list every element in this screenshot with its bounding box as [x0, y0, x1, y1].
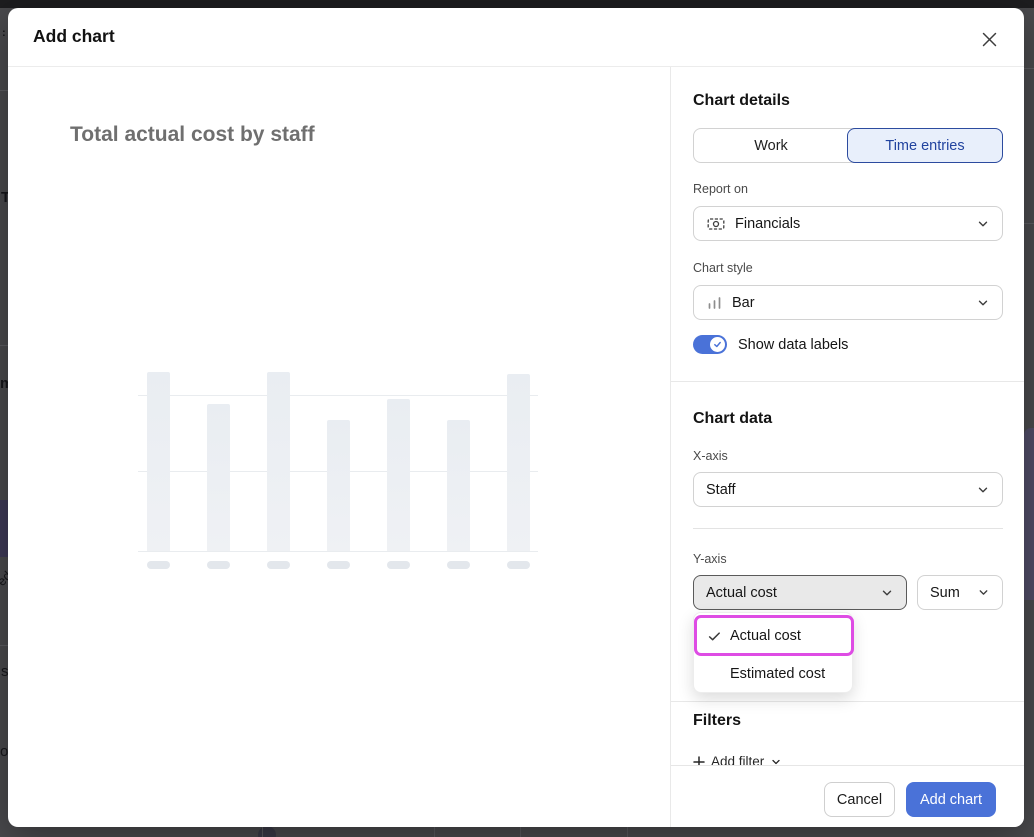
bg-hairline: [0, 90, 8, 91]
bg-accent-block: [0, 500, 8, 557]
bg-accent-block: [1024, 428, 1034, 600]
banknote-icon: [706, 214, 726, 234]
aggregation-value: Sum: [930, 585, 960, 601]
preview-bar: [387, 399, 410, 551]
chart-style-select[interactable]: Bar: [693, 285, 1003, 320]
add-chart-modal: Add chart Total actual cost by staff Cha…: [8, 8, 1024, 827]
segment-time-entries[interactable]: Time entries: [847, 128, 1003, 163]
y-axis-label: Y-axis: [693, 552, 727, 566]
preview-bar: [327, 420, 350, 551]
report-on-select[interactable]: Financials: [693, 206, 1003, 241]
bg-hairline: [520, 827, 521, 837]
inner-divider: [693, 528, 1003, 529]
chevron-down-icon: [976, 296, 990, 310]
preview-axis-pill: [207, 561, 230, 569]
aggregation-select[interactable]: Sum: [917, 575, 1003, 610]
chevron-down-icon: [977, 586, 990, 599]
y-axis-dropdown-menu: Actual cost Estimated cost: [693, 612, 853, 693]
preview-bar: [147, 372, 170, 551]
check-icon: [713, 340, 722, 349]
menu-item-estimated-cost[interactable]: Estimated cost: [694, 655, 854, 693]
modal-footer: Cancel Add chart: [671, 765, 1024, 827]
chart-preview-title: Total actual cost by staff: [70, 123, 315, 147]
gridline: [138, 551, 538, 552]
chart-details-heading: Chart details: [693, 92, 790, 110]
menu-item-label: Actual cost: [730, 628, 801, 644]
chart-style-label: Chart style: [693, 261, 753, 275]
pane-divider: [670, 67, 671, 827]
bg-hairline: [1024, 223, 1034, 224]
cancel-button[interactable]: Cancel: [824, 782, 895, 817]
report-on-value: Financials: [735, 216, 800, 232]
preview-bar: [507, 374, 530, 551]
add-chart-button[interactable]: Add chart: [906, 782, 996, 817]
show-data-labels-toggle[interactable]: [693, 335, 727, 354]
preview-axis-pill: [147, 561, 170, 569]
y-axis-value: Actual cost: [706, 585, 777, 601]
preview-bar: [207, 404, 230, 551]
section-divider: [671, 381, 1024, 382]
preview-bar: [447, 420, 470, 551]
segment-work[interactable]: Work: [694, 129, 848, 162]
y-axis-select[interactable]: Actual cost: [693, 575, 907, 610]
x-axis-select[interactable]: Staff: [693, 472, 1003, 507]
bg-hairline: [0, 645, 8, 646]
work-timeentries-segmented-control: Work Time entries: [693, 128, 1003, 163]
bg-hairline: [0, 345, 8, 346]
preview-axis-pill: [387, 561, 410, 569]
header-divider: [8, 66, 1024, 67]
preview-axis-pill: [447, 561, 470, 569]
close-icon: [980, 30, 999, 49]
bg-hairline: [627, 827, 628, 837]
preview-axis-pill: [327, 561, 350, 569]
chevron-down-icon: [880, 586, 894, 600]
bg-hairline: [434, 827, 435, 837]
show-data-labels-row: Show data labels: [693, 335, 848, 354]
chevron-down-icon: [976, 217, 990, 231]
preview-bar: [267, 372, 290, 551]
bg-fragment: :: [2, 28, 6, 39]
backdrop-top-strip: [0, 0, 1034, 8]
bar-chart-icon: [706, 294, 723, 311]
x-axis-value: Staff: [706, 482, 736, 498]
chevron-down-icon: [976, 483, 990, 497]
check-icon: [707, 629, 723, 644]
chart-style-value: Bar: [732, 295, 755, 311]
x-axis-label: X-axis: [693, 449, 728, 463]
report-on-label: Report on: [693, 182, 748, 196]
toggle-knob: [710, 337, 725, 352]
bg-hairline: [262, 827, 263, 837]
gridline: [138, 395, 538, 396]
menu-item-actual-cost[interactable]: Actual cost: [694, 617, 854, 655]
section-divider: [671, 701, 1024, 702]
screen: : T m ed s or Add chart Total actual cos…: [0, 0, 1034, 837]
chart-data-heading: Chart data: [693, 410, 772, 428]
preview-axis-pill: [267, 561, 290, 569]
menu-item-label: Estimated cost: [730, 666, 825, 682]
filters-heading: Filters: [693, 712, 741, 730]
show-data-labels-label: Show data labels: [738, 337, 848, 353]
chart-preview: [138, 308, 538, 578]
bg-hairline: [1024, 68, 1034, 69]
close-button[interactable]: [974, 24, 1004, 54]
bg-avatar-fragment: [258, 826, 276, 837]
preview-axis-pill: [507, 561, 530, 569]
modal-title: Add chart: [33, 26, 115, 47]
